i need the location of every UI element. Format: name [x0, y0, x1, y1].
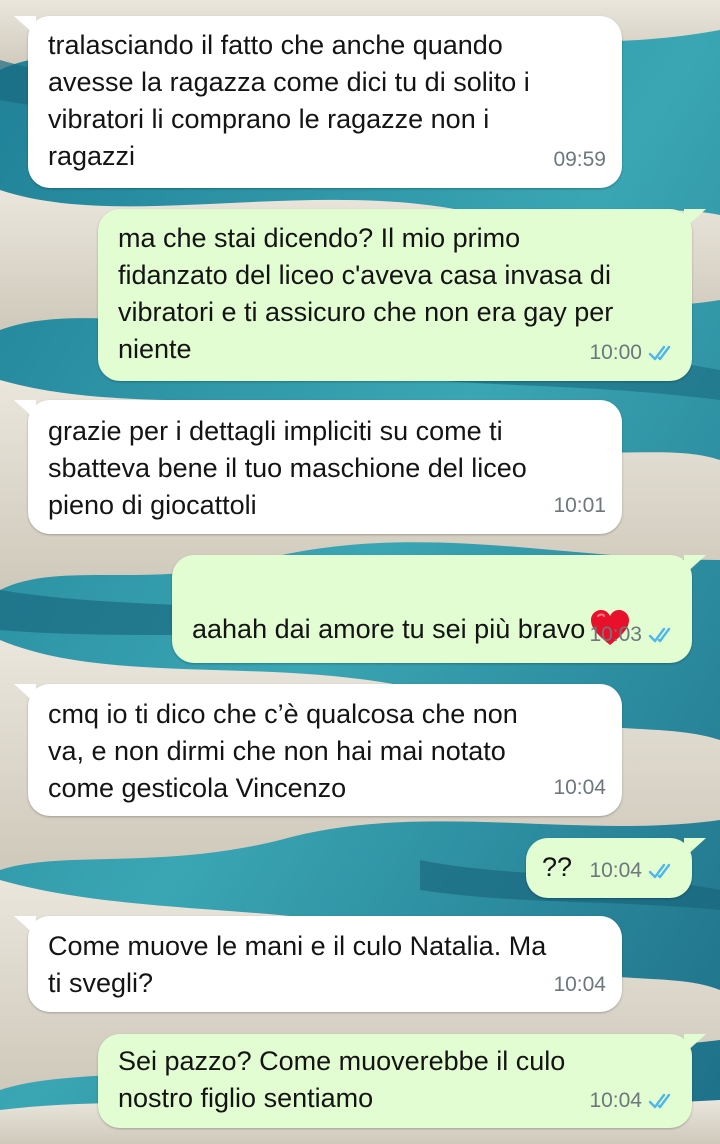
- message-bubble-outgoing[interactable]: ?? 10:04: [526, 838, 706, 898]
- message-time: 10:00: [589, 341, 642, 364]
- read-receipt-icon: [648, 627, 671, 642]
- message-time: 10:04: [553, 973, 606, 996]
- bubble-tail: [684, 1034, 706, 1054]
- bubble-tail: [684, 209, 706, 229]
- message-time: 09:59: [553, 148, 606, 171]
- bubble-tail: [684, 555, 706, 575]
- message-time: 10:04: [589, 859, 642, 882]
- message-time: 10:04: [589, 1089, 642, 1112]
- read-receipt-icon: [648, 345, 671, 360]
- message-bubble-outgoing[interactable]: aahah dai amore tu sei più bravo 10:03: [172, 555, 706, 663]
- message-bubble-incoming[interactable]: cmq io ti dico che c’è qualcosa che non …: [14, 684, 622, 816]
- bubble-tail: [14, 916, 36, 936]
- message-time: 10:01: [553, 494, 606, 517]
- message-meta: 09:59: [553, 141, 606, 178]
- bubble-tail: [14, 684, 36, 704]
- read-receipt-icon: [648, 863, 671, 878]
- message-text: tralasciando il fatto che anche quando a…: [48, 30, 530, 171]
- message-text: cmq io ti dico che c’è qualcosa che non …: [48, 699, 518, 803]
- message-meta: 10:04: [553, 966, 606, 1003]
- bubble-tail: [14, 400, 36, 420]
- message-meta: 10:04: [589, 1082, 678, 1119]
- message-text: Sei pazzo? Come muoverebbe il culo nostr…: [118, 1046, 566, 1113]
- message-bubble-outgoing[interactable]: ma che stai dicendo? Il mio primo fidanz…: [98, 209, 706, 381]
- message-bubble-incoming[interactable]: Come muove le mani e il culo Natalia. Ma…: [14, 916, 622, 1012]
- read-receipt-icon: [648, 1093, 671, 1108]
- message-meta: 10:01: [553, 487, 606, 524]
- message-time: 10:03: [589, 623, 642, 646]
- message-meta: 10:03: [589, 616, 678, 653]
- message-meta: 10:04: [553, 769, 606, 806]
- message-text: Come muove le mani e il culo Natalia. Ma…: [48, 931, 547, 998]
- bubble-tail: [14, 16, 36, 36]
- bubble-tail: [684, 838, 706, 858]
- message-time: 10:04: [553, 776, 606, 799]
- message-bubble-incoming[interactable]: grazie per i dettagli impliciti su come …: [14, 400, 622, 534]
- message-text: aahah dai amore tu sei più bravo: [192, 614, 586, 644]
- message-meta: 10:00: [589, 334, 678, 371]
- message-bubble-incoming[interactable]: tralasciando il fatto che anche quando a…: [14, 16, 622, 188]
- message-text: ??: [542, 852, 573, 882]
- message-meta: 10:04: [589, 852, 678, 889]
- message-text: grazie per i dettagli impliciti su come …: [48, 416, 527, 520]
- message-bubble-outgoing[interactable]: Sei pazzo? Come muoverebbe il culo nostr…: [98, 1034, 706, 1128]
